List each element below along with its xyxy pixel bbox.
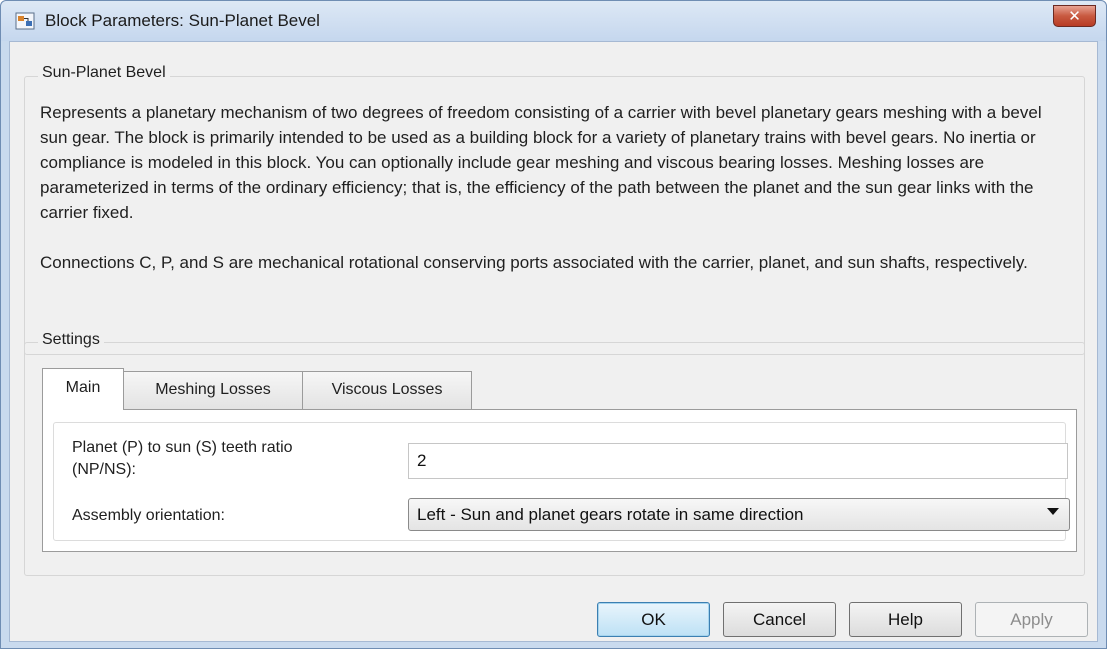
tab-meshing-losses[interactable]: Meshing Losses <box>123 371 303 409</box>
cancel-button[interactable]: Cancel <box>723 602 836 637</box>
chevron-down-icon <box>1047 508 1059 515</box>
teeth-ratio-label-line2: (NP/NS): <box>72 461 136 478</box>
teeth-ratio-label-line1: Planet (P) to sun (S) teeth ratio <box>72 439 293 456</box>
settings-group-title: Settings <box>38 331 104 349</box>
description-paragraph: Represents a planetary mechanism of two … <box>40 103 1042 222</box>
assembly-orientation-value: Left - Sun and planet gears rotate in sa… <box>417 505 804 524</box>
assembly-orientation-label: Assembly orientation: <box>72 507 225 524</box>
tab-viscous-losses[interactable]: Viscous Losses <box>302 371 472 409</box>
tab-main[interactable]: Main <box>42 368 124 410</box>
simulink-block-icon <box>15 12 35 30</box>
apply-button[interactable]: Apply <box>975 602 1088 637</box>
assembly-orientation-select[interactable]: Left - Sun and planet gears rotate in sa… <box>408 498 1070 531</box>
window-title: Block Parameters: Sun-Planet Bevel <box>45 11 320 30</box>
dialog-body: Sun-Planet Bevel Represents a planetary … <box>9 41 1098 642</box>
parameters-panel: Planet (P) to sun (S) teeth ratio (NP/NS… <box>53 422 1070 541</box>
block-description: Represents a planetary mechanism of two … <box>40 100 1070 300</box>
teeth-ratio-label: Planet (P) to sun (S) teeth ratio (NP/NS… <box>72 437 293 481</box>
close-button[interactable]: ✕ <box>1053 5 1096 27</box>
title-bar[interactable]: Block Parameters: Sun-Planet Bevel ✕ <box>1 1 1106 41</box>
ok-button[interactable]: OK <box>597 602 710 637</box>
help-button[interactable]: Help <box>849 602 962 637</box>
description-paragraph: Connections C, P, and S are mechanical r… <box>40 253 1028 272</box>
dialog-window: Block Parameters: Sun-Planet Bevel ✕ Sun… <box>0 0 1107 649</box>
tab-panel-main: Planet (P) to sun (S) teeth ratio (NP/NS… <box>42 409 1077 552</box>
close-icon: ✕ <box>1068 7 1081 25</box>
description-group-title: Sun-Planet Bevel <box>38 64 170 82</box>
teeth-ratio-input[interactable]: 2 <box>408 443 1068 479</box>
